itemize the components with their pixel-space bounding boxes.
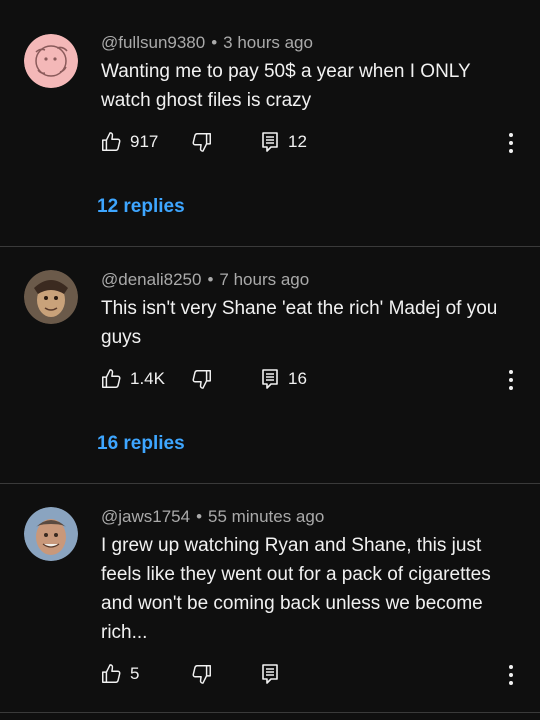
more-options-icon[interactable] xyxy=(508,133,514,155)
more-options-icon[interactable] xyxy=(508,370,514,392)
dislike-icon xyxy=(192,665,211,684)
dislike-button[interactable] xyxy=(191,368,213,390)
reply-button[interactable]: 16 xyxy=(260,368,307,390)
comment-text-line: Wanting me to pay 50$ a year when I ONLY xyxy=(101,61,471,82)
dislike-icon xyxy=(192,370,211,389)
comment-time: 55 minutes ago xyxy=(208,507,325,526)
reply-count: 16 xyxy=(288,369,307,388)
comment-2: @denali8250 • 7 hours ago This isn't very … xyxy=(0,247,540,483)
reply-button[interactable]: 12 xyxy=(260,131,307,153)
like-count: 1.4K xyxy=(130,369,165,388)
like-button[interactable]: 1.4K xyxy=(100,368,165,390)
divider xyxy=(0,712,540,713)
comment-text-line: This isn't very Shane 'eat the rich' Mad… xyxy=(101,298,498,319)
avatar-image xyxy=(24,34,78,88)
comment-text-line: guys xyxy=(101,327,142,348)
comment-text-line: I grew up watching Ryan and Shane, this … xyxy=(101,535,482,556)
comment-3: @jaws1754 • 55 minutes ago I grew up watch… xyxy=(0,484,540,720)
comment-author[interactable]: @jaws1754 xyxy=(101,507,190,526)
like-icon xyxy=(102,369,121,388)
like-count: 917 xyxy=(130,132,159,151)
comment-actions: 917 12 xyxy=(100,131,530,157)
comment-text: This isn't very Shane 'eat the rich' Mad… xyxy=(101,294,511,352)
reply-count: 12 xyxy=(288,132,307,151)
comment-time: 7 hours ago xyxy=(219,270,310,289)
avatar[interactable] xyxy=(24,34,78,88)
comment-meta: @denali8250 • 7 hours ago xyxy=(101,270,309,290)
comment-1: @fullsun9380 • 3 hours ago Wanting me to p… xyxy=(0,0,540,246)
comment-text-line: and won't be coming back unless we becom… xyxy=(101,593,483,614)
like-icon xyxy=(102,664,121,683)
comment-meta: @fullsun9380 • 3 hours ago xyxy=(101,33,313,53)
comment-meta: @jaws1754 • 55 minutes ago xyxy=(101,507,324,527)
comment-author[interactable]: @denali8250 xyxy=(101,270,201,289)
reply-icon xyxy=(262,132,278,152)
dislike-button[interactable] xyxy=(191,663,213,685)
comment-text: I grew up watching Ryan and Shane, this … xyxy=(101,531,511,647)
like-button[interactable]: 917 xyxy=(100,131,158,153)
dislike-icon xyxy=(192,133,211,152)
avatar[interactable] xyxy=(24,270,78,324)
avatar[interactable] xyxy=(24,507,78,561)
comment-actions: 1.4K 16 xyxy=(100,368,530,394)
avatar-image xyxy=(24,270,78,324)
reply-button[interactable] xyxy=(260,663,280,685)
reply-icon xyxy=(262,664,278,684)
view-replies-link[interactable]: 12 replies xyxy=(97,196,185,218)
like-count: 5 xyxy=(130,664,140,683)
separator-dot: • xyxy=(211,33,218,52)
comment-text-line: feels like they went out for a pack of c… xyxy=(101,564,491,585)
comment-time: 3 hours ago xyxy=(223,33,313,52)
comment-text: Wanting me to pay 50$ a year when I ONLY… xyxy=(101,57,511,115)
comment-text-line: watch ghost files is crazy xyxy=(101,90,312,111)
like-icon xyxy=(102,132,121,151)
view-replies-link[interactable]: 16 replies xyxy=(97,433,185,455)
comment-actions: 5 xyxy=(100,663,530,689)
reply-icon xyxy=(262,369,278,389)
more-options-icon[interactable] xyxy=(508,665,514,687)
comment-author[interactable]: @fullsun9380 xyxy=(101,33,205,52)
dislike-button[interactable] xyxy=(191,131,213,153)
separator-dot: • xyxy=(207,270,214,289)
separator-dot: • xyxy=(196,507,203,526)
like-button[interactable]: 5 xyxy=(100,663,139,685)
avatar-image xyxy=(24,507,78,561)
comment-text-line: rich... xyxy=(101,622,148,643)
